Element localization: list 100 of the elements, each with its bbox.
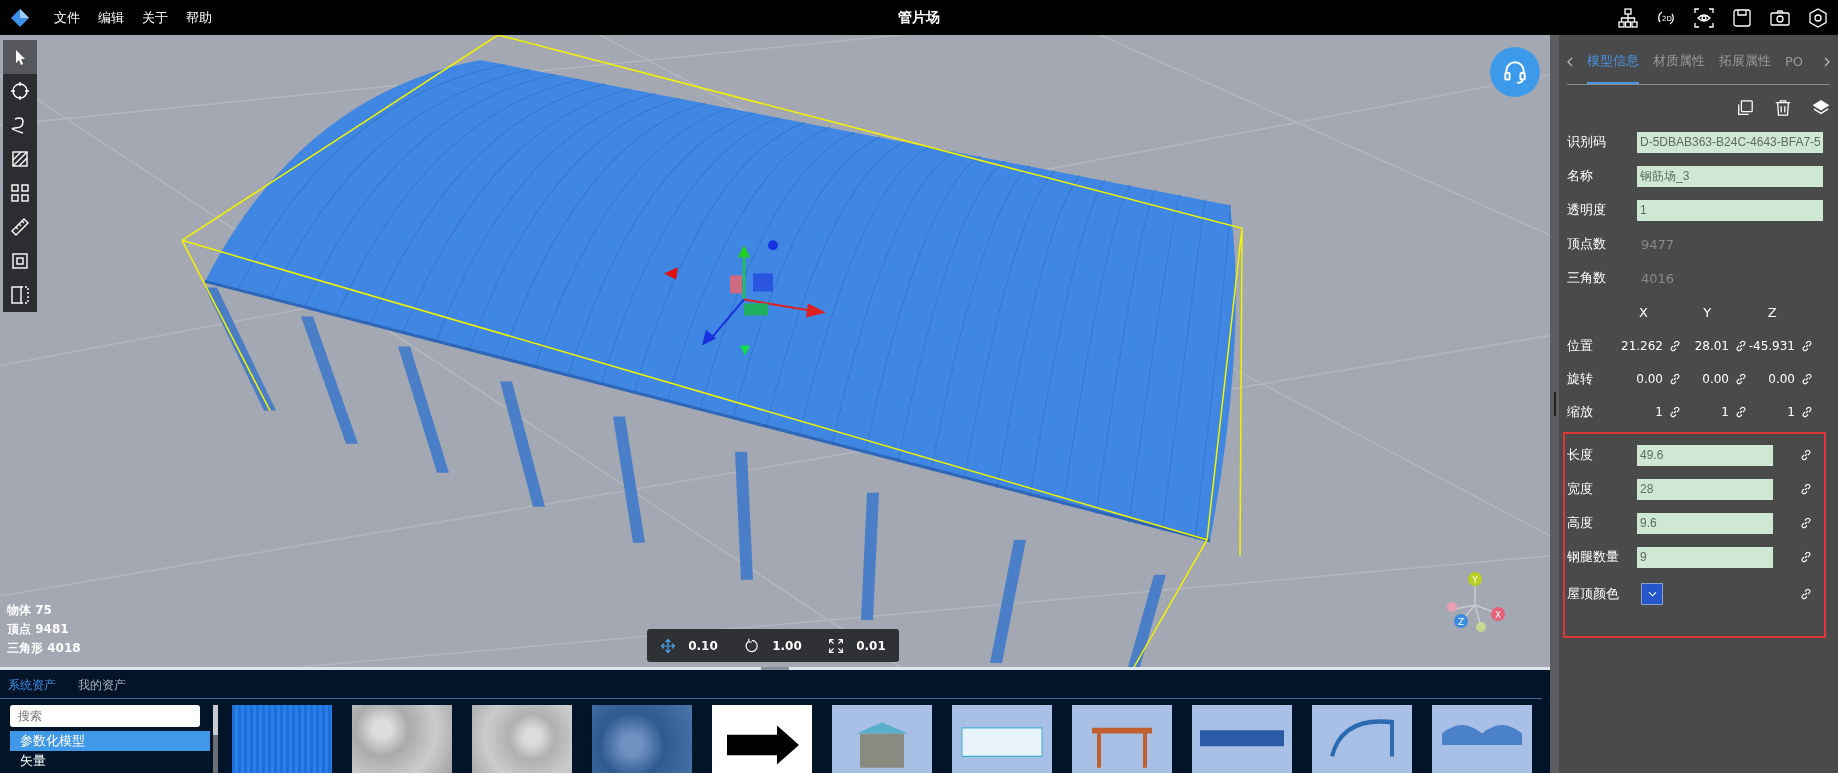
asset-thumbnail[interactable] [472,705,572,773]
link-icon[interactable] [1669,372,1681,385]
panel-tab[interactable]: 材质属性 [1653,40,1705,84]
chevron-left-icon[interactable] [1567,57,1573,67]
grid-icon [10,183,30,203]
asset-thumbnail[interactable] [712,705,812,773]
parameter-input[interactable]: 9 [1637,546,1773,568]
hatch-icon [10,149,30,169]
field-label: 识别码 [1567,133,1607,151]
menu-item[interactable]: 关于 [142,8,168,27]
panel-tab[interactable]: PO [1785,41,1804,83]
asset-tab[interactable]: 系统资产 [8,677,56,694]
parameter-input[interactable]: 9.6 [1637,512,1773,534]
asset-thumbnail[interactable] [1432,705,1532,773]
search-field[interactable]: 搜索 [10,705,200,727]
asset-thumbnail[interactable] [1312,705,1412,773]
axis-heading: Z [1766,304,1778,320]
link-icon[interactable] [1800,483,1812,495]
property-input[interactable]: 钢筋场_3 [1637,165,1823,187]
link-icon[interactable] [1669,405,1681,418]
link-icon[interactable] [1800,517,1812,529]
area-icon [10,251,30,271]
category-item[interactable]: 参数化模型 [10,731,210,751]
property-input[interactable]: 1 [1637,199,1823,221]
transform-value: 0.00 [1702,371,1729,386]
link-icon[interactable] [1800,449,1812,461]
link-icon[interactable] [1801,372,1813,385]
headset-icon [1502,59,1528,85]
ruler-icon [10,217,30,237]
asset-thumbnail[interactable] [352,705,452,773]
rotate-icon[interactable] [744,637,761,654]
axis-heading: Y [1702,304,1713,320]
asset-thumbnail[interactable] [952,705,1052,773]
asset-thumbnail[interactable] [1192,705,1292,773]
transform-value: 28.01 [1694,338,1729,353]
property-value: 9477 [1640,236,1675,252]
transform-value: 21.262 [1621,338,1663,353]
field-label: 屋顶颜色 [1567,585,1620,603]
property-input[interactable]: D-5DBAB363-B24C-4643-BFA7-5 [1637,131,1823,153]
scene-stat: 物体 75 [7,602,53,619]
menu-item[interactable]: 编辑 [98,8,124,27]
resize-handle[interactable] [761,667,789,670]
asset-thumbnail[interactable] [232,705,332,773]
color-picker[interactable] [1641,583,1663,605]
logo-icon [10,7,30,28]
transform-value: 1 [1721,404,1729,419]
field-label: 位置 [1567,336,1594,355]
settings-icon[interactable] [1808,7,1828,28]
eye-scan-icon[interactable] [1694,7,1714,28]
caret-icon [1647,591,1657,597]
transform-value: 1 [1787,404,1795,419]
transform-value: 1 [1655,404,1663,419]
field-label: 高度 [1567,514,1594,532]
transform-value: -45.931 [1748,338,1795,353]
field-label: 宽度 [1567,480,1594,498]
menu-item[interactable]: 文件 [54,8,80,27]
copy-icon[interactable] [1736,99,1754,117]
save-icon[interactable] [1732,7,1752,28]
link-icon[interactable] [1801,339,1813,352]
link-icon[interactable] [1735,339,1747,352]
scale-icon[interactable] [828,637,845,654]
property-value: 4016 [1640,270,1675,286]
field-label: 旋转 [1567,369,1594,388]
link-icon[interactable] [1800,588,1812,600]
asset-thumbnail[interactable] [592,705,692,773]
scrollbar[interactable] [213,705,218,735]
parameter-input[interactable]: 49.6 [1637,444,1773,466]
move-icon[interactable] [660,637,677,654]
chevron-right-icon[interactable] [1824,57,1830,67]
delete-icon[interactable] [1774,99,1792,117]
link-icon[interactable] [1669,339,1681,352]
field-label: 三角数 [1567,269,1607,287]
panel-tab[interactable]: 拓展属性 [1719,40,1771,84]
asset-thumbnail[interactable] [1072,705,1172,773]
menu-item[interactable]: 帮助 [186,8,212,27]
panel-tab[interactable]: 模型信息 [1587,40,1639,84]
field-label: 名称 [1567,167,1594,185]
parameter-input[interactable]: 28 [1637,478,1773,500]
link-icon[interactable] [1801,405,1813,418]
link-icon[interactable] [1735,372,1747,385]
circle-icon [10,81,30,101]
asset-tab[interactable]: 我的资产 [78,677,126,694]
field-label: 钢腿数量 [1567,548,1620,566]
camera-icon[interactable] [1770,7,1790,28]
resize-handle[interactable] [1553,392,1556,416]
axis-heading: X [1638,304,1649,320]
asset-thumbnail[interactable] [832,705,932,773]
step-value: 1.00 [772,638,802,653]
category-item[interactable]: 矢量 [10,751,210,771]
step-value: 0.10 [688,638,718,653]
layers-icon[interactable] [1812,99,1830,117]
hierarchy-icon[interactable] [1618,7,1638,28]
scene-stat: 三角形 4018 [7,640,81,657]
link-icon[interactable] [1735,405,1747,418]
step-value: 0.01 [856,638,886,653]
link-icon[interactable] [1800,551,1812,563]
field-label: 透明度 [1567,201,1607,219]
window-title: 管片场 [898,8,940,27]
pointer-tool-button[interactable] [3,40,37,74]
headset-button[interactable] [1490,47,1540,97]
